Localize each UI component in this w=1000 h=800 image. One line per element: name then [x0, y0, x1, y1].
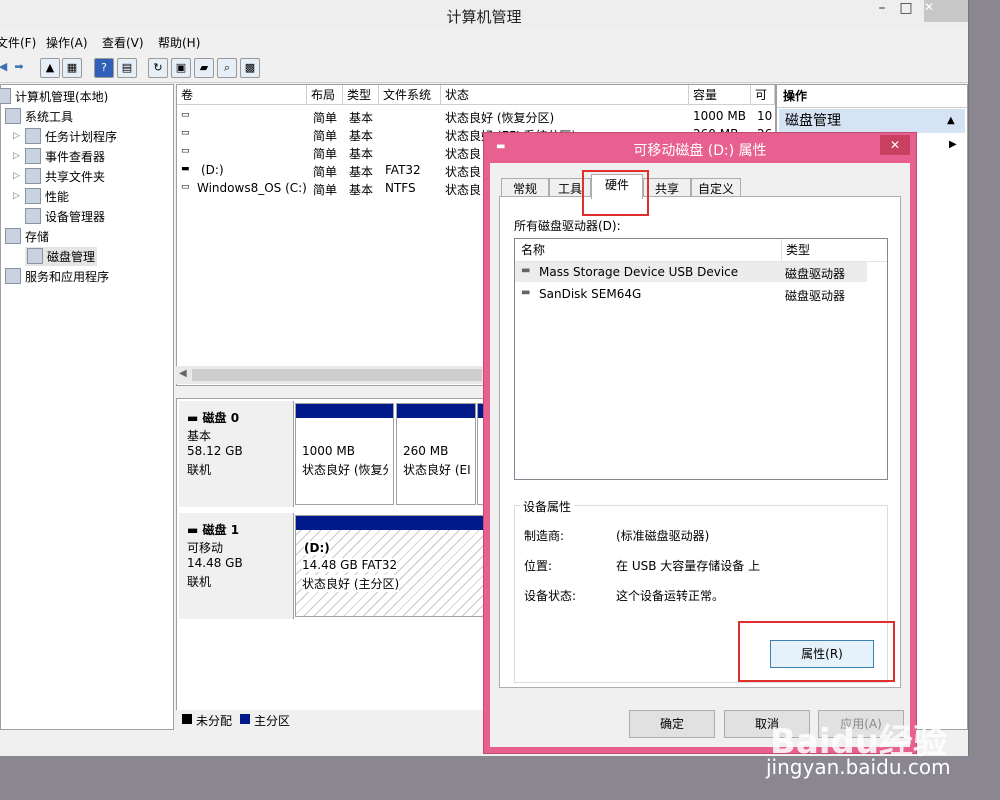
volume-icon: ▭ [181, 128, 190, 138]
tree-item-event-viewer[interactable]: 事件查看器 [25, 148, 105, 165]
partition-efi[interactable]: 260 MB 状态良好 (EI [396, 403, 476, 505]
device-status-label: 设备状态: [524, 589, 577, 603]
tree-item-disk-management[interactable]: 磁盘管理 [25, 247, 98, 266]
list-item[interactable]: ▬ Mass Storage Device USB Device 磁盘驱动器 [515, 262, 867, 282]
properties-icon[interactable]: ▣ [171, 58, 191, 78]
removable-disk-icon: ▬ [187, 523, 203, 537]
drives-col-type[interactable]: 类型 [782, 239, 887, 262]
drives-label: 所有磁盘驱动器(D): [514, 219, 621, 233]
computer-icon [0, 88, 11, 104]
maximize-button[interactable]: □ [896, 0, 916, 22]
up-folder-icon[interactable]: ▲ [40, 58, 60, 78]
dialog-title: 可移动磁盘 (D:) 属性 [633, 143, 767, 159]
menu-help[interactable]: 帮助(H) [158, 34, 200, 51]
disk-management-icon [27, 248, 43, 264]
toolbar: ◀ ➡ ▲ ▦ ? ▤ ↻ ▣ ▰ ⌕ ▩ [0, 54, 968, 83]
hardware-tab-panel: 所有磁盘驱动器(D): 名称 类型 ▬ Mass Storage Device … [499, 196, 901, 688]
disk-0-info[interactable]: ▬ 磁盘 0 基本 58.12 GB 联机 [179, 401, 294, 507]
manufacturer-value: (标准磁盘驱动器) [616, 529, 710, 543]
actions-header: 操作 [777, 85, 967, 108]
tree-item-services-apps[interactable]: 服务和应用程序 [5, 268, 109, 285]
col-capacity[interactable]: 容量 [689, 85, 751, 105]
col-filesystem[interactable]: 文件系统 [379, 85, 441, 105]
menu-file[interactable]: 文件(F) [0, 34, 36, 51]
search-icon[interactable]: ⌕ [217, 58, 237, 78]
volume-icon: ▭ [181, 110, 190, 120]
dialog-close-button[interactable]: ✕ [880, 135, 910, 155]
disk-1-info[interactable]: ▬ 磁盘 1 可移动 14.48 GB 联机 [179, 513, 294, 619]
tree-item-shared-folders[interactable]: 共享文件夹 [25, 168, 105, 185]
menu-view[interactable]: 查看(V) [102, 34, 144, 51]
expand-arrow-icon[interactable]: ▷ [13, 131, 20, 141]
menu-action[interactable]: 操作(A) [46, 34, 88, 51]
tree-item-device-manager[interactable]: 设备管理器 [25, 208, 105, 225]
collapse-icon[interactable]: ▲ [947, 115, 955, 126]
event-viewer-icon [25, 148, 41, 164]
storage-icon [5, 228, 21, 244]
minimize-button[interactable]: – [872, 0, 892, 22]
services-icon [5, 268, 21, 284]
drive-icon: ▬ [521, 265, 531, 276]
col-volume[interactable]: 卷 [177, 85, 307, 105]
close-button[interactable]: ✕ [924, 0, 968, 22]
tree-item-task-scheduler[interactable]: 任务计划程序 [25, 128, 117, 145]
location-label: 位置: [524, 559, 553, 573]
tree-item-system-tools[interactable]: 系统工具 [5, 108, 73, 125]
highlight-box-properties-button [738, 621, 895, 682]
tools-icon [5, 108, 21, 124]
volume-icon: ▭ [181, 182, 190, 192]
console-icon[interactable]: ▤ [117, 58, 137, 78]
drives-list: 名称 类型 ▬ Mass Storage Device USB Device 磁… [514, 238, 888, 480]
unallocated-swatch [182, 714, 192, 724]
open-icon[interactable]: ▰ [194, 58, 214, 78]
actions-section-disk-management[interactable]: 磁盘管理 [779, 109, 965, 133]
removable-drive-icon: ▬ [181, 164, 190, 174]
legend-unallocated: 未分配 [196, 714, 233, 728]
more-actions-icon[interactable]: ▶ [949, 139, 957, 150]
scroll-left-icon[interactable]: ◀ [179, 368, 187, 379]
volume-icon: ▭ [181, 146, 190, 156]
col-type[interactable]: 类型 [343, 85, 379, 105]
ok-button[interactable]: 确定 [629, 710, 715, 738]
manufacturer-label: 制造商: [524, 529, 565, 543]
forward-icon[interactable]: ➡ [10, 58, 28, 76]
drive-icon: ▬ [521, 287, 531, 298]
expand-arrow-icon[interactable]: ▷ [13, 191, 20, 201]
col-status[interactable]: 状态 [441, 85, 689, 105]
show-hide-tree-icon[interactable]: ▦ [62, 58, 82, 78]
clock-icon [25, 128, 41, 144]
performance-icon [25, 188, 41, 204]
refresh-icon[interactable]: ↻ [148, 58, 168, 78]
expand-arrow-icon[interactable]: ▷ [13, 171, 20, 181]
location-value: 在 USB 大容量存储设备 上 [616, 559, 761, 573]
navigation-tree: 计算机管理(本地) 系统工具 ▷ 任务计划程序 ▷ 事件查看器 ▷ 共享文件夹 … [0, 84, 174, 730]
partition-recovery[interactable]: 1000 MB 状态良好 (恢复分 [295, 403, 394, 505]
col-layout[interactable]: 布局 [307, 85, 343, 105]
disk-icon: ▬ [187, 411, 203, 425]
menu-bar: 文件(F) 操作(A) 查看(V) 帮助(H) [0, 32, 968, 52]
tree-item-performance[interactable]: 性能 [25, 188, 69, 205]
tab-hardware[interactable]: 硬件 [591, 174, 643, 199]
expand-arrow-icon[interactable]: ▷ [13, 151, 20, 161]
window-title: 计算机管理 [446, 8, 522, 26]
help-icon[interactable]: ? [94, 58, 114, 78]
primary-swatch [240, 714, 250, 724]
partition-d[interactable]: (D:) 14.48 GB FAT32 状态良好 (主分区) [295, 515, 485, 617]
list-item[interactable]: ▬ SanDisk SEM64G 磁盘驱动器 [515, 284, 867, 304]
watermark-url: jingyan.baidu.com [766, 755, 951, 779]
shared-folder-icon [25, 168, 41, 184]
device-status-value: 这个设备运转正常。 [616, 589, 725, 603]
title-bar: 计算机管理 – □ ✕ [0, 0, 968, 30]
device-manager-icon [25, 208, 41, 224]
disk-icon[interactable]: ▩ [240, 58, 260, 78]
scrollbar-thumb[interactable] [192, 369, 482, 381]
col-free[interactable]: 可 [751, 85, 775, 105]
tree-root[interactable]: 计算机管理(本地) [0, 88, 108, 105]
legend-primary: 主分区 [254, 714, 291, 728]
tree-item-storage[interactable]: 存储 [5, 228, 49, 245]
device-properties-title: 设备属性 [520, 498, 575, 515]
drives-col-name[interactable]: 名称 [515, 239, 782, 262]
